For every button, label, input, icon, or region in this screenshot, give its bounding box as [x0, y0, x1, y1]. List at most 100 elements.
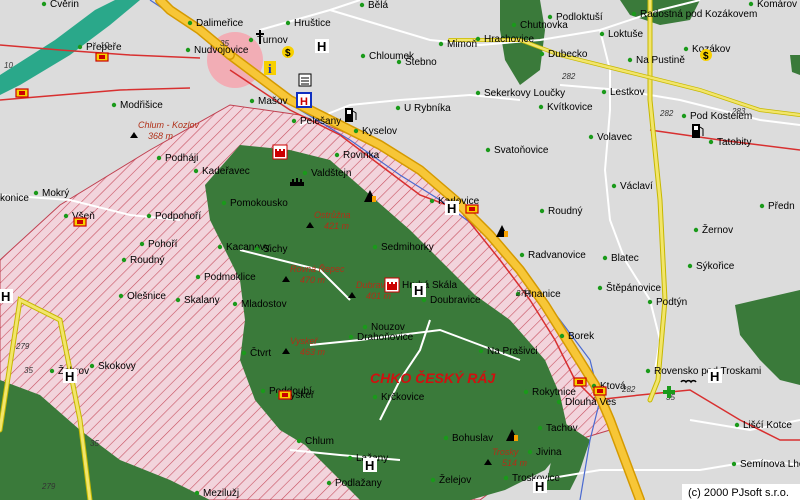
town-label-mimon[interactable]: Mimoň	[447, 39, 477, 50]
town-label-modrisice[interactable]: Modřišice	[120, 100, 163, 111]
restaurant-icon[interactable]	[15, 88, 29, 98]
town-label-bela[interactable]: Bělá	[368, 0, 388, 11]
town-label-liscikot[interactable]: Lišćí Kotce	[743, 420, 792, 431]
town-label-predni[interactable]: Předn	[768, 201, 795, 212]
restaurant-icon[interactable]	[95, 52, 109, 62]
town-label-masov[interactable]: Mašov	[258, 96, 287, 107]
town-label-vaclavi[interactable]: Václaví	[620, 181, 653, 192]
town-label-pohori[interactable]: Pohoří	[148, 239, 178, 250]
town-label-hnanice[interactable]: Hnanice	[524, 289, 561, 300]
town-label-naprasivci[interactable]: Na Prašivci	[487, 346, 538, 357]
town-label-konice[interactable]: konice	[0, 193, 29, 204]
town-label-chutnovka[interactable]: Chutnovka	[520, 20, 568, 31]
town-label-stebno[interactable]: Štebno	[405, 55, 437, 68]
restaurant-icon[interactable]	[73, 217, 87, 227]
town-label-krckovice[interactable]: Krčkovice	[381, 392, 425, 403]
town-dot	[63, 213, 69, 219]
town-label-ctvrt[interactable]: Čtvrt	[250, 346, 271, 359]
town-label-skalany[interactable]: Skalany	[184, 295, 220, 306]
town-label-hrustice[interactable]: Hruštice	[294, 18, 331, 29]
town-label-komarov[interactable]: Komárov	[757, 0, 797, 10]
hotel-icon[interactable]: H	[708, 369, 722, 384]
town-label-sekerkovy[interactable]: Sekerkovy Loučky	[484, 88, 565, 99]
town-label-mokry[interactable]: Mokrý	[42, 188, 69, 199]
peak-elevation-rovna_repec: 470 m	[300, 275, 326, 285]
town-label-radvanovice[interactable]: Radvanovice	[528, 250, 586, 261]
peak-elevation-ostruzna: 421 m	[324, 221, 350, 231]
town-dot	[77, 44, 83, 50]
map-canvas[interactable]: CHKO ČESKÝ RÁJ Cvěrin Bělá KomárovPodloktu…	[0, 0, 800, 500]
town-label-tachov[interactable]: Tachov	[546, 423, 578, 434]
town-label-olesnice[interactable]: Olešnice	[127, 291, 166, 302]
town-label-valdstejn[interactable]: Valdštejn	[311, 168, 351, 179]
town-label-podlazany[interactable]: Podlažany	[335, 478, 382, 489]
campsite-icon[interactable]	[290, 178, 304, 186]
town-label-meziluzi[interactable]: Mezilužj	[203, 488, 239, 499]
town-label-volavec[interactable]: Volavec	[597, 132, 632, 143]
town-label-kaderavec[interactable]: Kadeřavec	[202, 166, 250, 177]
town-label-seminova[interactable]: Semínova Lhota	[740, 459, 800, 470]
town-label-podpohori[interactable]: Podpohoří	[155, 211, 201, 222]
town-label-sichy[interactable]: Sichy	[263, 244, 287, 255]
restaurant-icon[interactable]	[573, 377, 587, 387]
town-label-pelesany[interactable]: Pelešany	[300, 116, 341, 127]
town-label-rovensko[interactable]: Rovensko pod Troskami	[654, 366, 761, 377]
town-label-bohuslav[interactable]: Bohuslav	[452, 433, 493, 444]
town-label-borek[interactable]: Borek	[568, 331, 595, 342]
town-label-podhaji[interactable]: Podháji	[165, 153, 198, 164]
town-label-pomokousko[interactable]: Pomokousko	[230, 198, 288, 209]
town-label-podtyn[interactable]: Podtýn	[656, 297, 687, 308]
hospital-icon[interactable]: H	[296, 92, 312, 108]
town-label-blatec[interactable]: Blatec	[611, 253, 639, 264]
castle-icon[interactable]	[272, 144, 288, 160]
town-label-kyselov[interactable]: Kyselov	[362, 126, 397, 137]
town-label-roudny1[interactable]: Roudný	[548, 206, 582, 217]
town-label-urybnika[interactable]: U Rybníka	[404, 103, 451, 114]
hotel-icon[interactable]: H	[412, 283, 426, 298]
hotel-icon[interactable]: H	[363, 458, 377, 473]
town-label-svatonovice[interactable]: Svatoňovice	[494, 145, 549, 156]
town-label-drahonovice[interactable]: Drahoňovice	[357, 332, 414, 343]
town-label-radostna[interactable]: Radostná pod Kozákovem	[640, 9, 757, 20]
restaurant-icon[interactable]	[465, 204, 479, 214]
town-label-cverin[interactable]: Cvěrin	[50, 0, 79, 10]
peak-name-rovna_repec: Rovná Řepec	[290, 264, 345, 274]
town-label-lestkov[interactable]: Lestkov	[610, 87, 644, 98]
town-label-chlum[interactable]: Chlum	[305, 436, 334, 447]
restaurant-icon[interactable]	[593, 386, 607, 396]
town-label-rovinka[interactable]: Rovinka	[343, 150, 380, 161]
town-label-zernov[interactable]: Žernov	[702, 223, 733, 236]
town-dot	[527, 449, 533, 455]
town-label-kvitkovice[interactable]: Kvítkovice	[547, 102, 593, 113]
town-label-zelejov[interactable]: Želejov	[439, 473, 471, 486]
town-label-mladostov[interactable]: Mladostov	[241, 299, 287, 310]
town-label-sedmihorky[interactable]: Sedmihorky	[381, 242, 434, 253]
town-label-tatobity[interactable]: Tatobity	[717, 137, 751, 148]
town-label-dlouhaves[interactable]: Dlouhá Ves	[565, 397, 616, 408]
hotel-icon[interactable]: H	[315, 39, 329, 54]
svg-text:H: H	[414, 283, 423, 298]
town-label-hrachovice[interactable]: Hrachovice	[484, 34, 534, 45]
town-label-hrubaskala[interactable]: Hrubá Skála	[402, 280, 457, 291]
shop-icon[interactable]	[298, 73, 312, 87]
town-label-roudny2[interactable]: Roudný	[130, 255, 164, 266]
hotel-icon[interactable]: H	[533, 479, 547, 494]
town-label-dubecko[interactable]: Dubecko	[548, 49, 588, 60]
town-label-sykorice[interactable]: Sýkořice	[696, 261, 735, 272]
info-icon[interactable]: i	[264, 61, 276, 76]
town-label-stepanovice[interactable]: Štěpánovice	[606, 281, 661, 294]
restaurant-icon[interactable]	[278, 390, 292, 400]
town-label-napustine[interactable]: Na Pustině	[636, 55, 685, 66]
town-label-jivina[interactable]: Jivina	[536, 447, 562, 458]
town-label-turnov[interactable]: Turnov	[257, 35, 288, 46]
town-label-dalimerice[interactable]: Dalimeřice	[196, 18, 244, 29]
town-dot	[597, 285, 603, 291]
castle-icon[interactable]	[384, 277, 400, 293]
hotel-icon[interactable]: H	[445, 201, 459, 216]
town-label-doubravice[interactable]: Doubravice	[430, 295, 481, 306]
town-label-skokovy[interactable]: Skokovy	[98, 361, 136, 372]
town-label-loktuse[interactable]: Loktuše	[608, 29, 643, 40]
hotel-icon[interactable]: H	[63, 369, 77, 384]
town-label-podmoklice[interactable]: Podmoklice	[204, 272, 256, 283]
hotel-icon[interactable]: H	[0, 289, 13, 304]
